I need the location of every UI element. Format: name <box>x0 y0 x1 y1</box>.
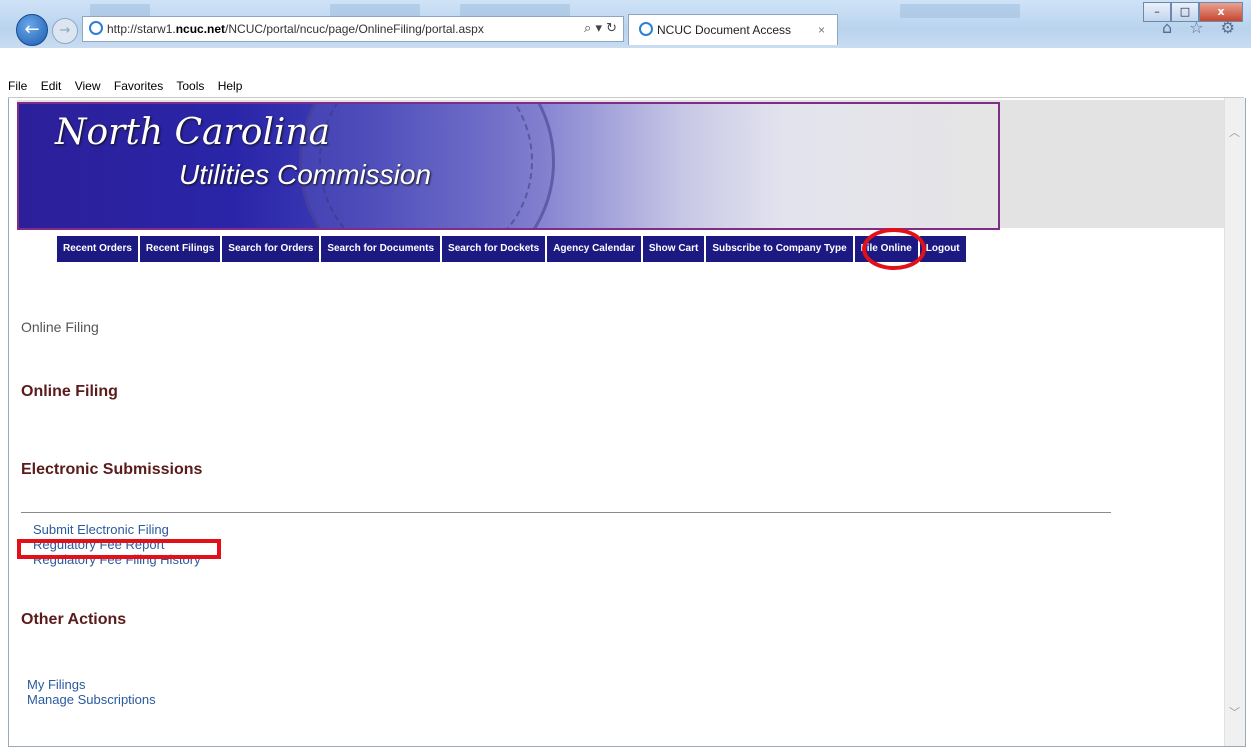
nav-search-orders[interactable]: Search for Orders <box>222 236 320 262</box>
page-title: Online Filing <box>21 383 118 400</box>
breadcrumb: Online Filing <box>21 319 99 335</box>
nav-search-dockets[interactable]: Search for Dockets <box>442 236 546 262</box>
menu-file[interactable]: File <box>8 79 27 93</box>
search-refresh-icons[interactable]: ⌕ ▾ ↻ <box>584 17 617 41</box>
scroll-up-icon[interactable]: ︿ <box>1229 124 1240 140</box>
background-window-ghost <box>900 4 1020 18</box>
address-bar[interactable]: http://starw1.ncuc.net/NCUC/portal/ncuc/… <box>82 16 624 42</box>
ie-favicon-icon <box>639 22 653 36</box>
site-banner: North Carolina Utilities Commission <box>17 102 1000 230</box>
nav-show-cart[interactable]: Show Cart <box>642 236 705 262</box>
banner-subtitle: Utilities Commission <box>179 159 432 190</box>
home-favorites-tools-icons[interactable]: ⌂ ☆ ⚙ <box>1162 18 1241 37</box>
section-other-actions: Other Actions <box>21 611 127 628</box>
url-host: ncuc.net <box>175 22 226 36</box>
scroll-down-icon[interactable]: ﹀ <box>1229 704 1240 720</box>
nav-recent-orders[interactable]: Recent Orders <box>57 236 138 262</box>
vertical-scrollbar[interactable]: ︿ ﹀ <box>1224 98 1245 746</box>
nav-subscribe-company-type[interactable]: Subscribe to Company Type <box>706 236 853 262</box>
nav-logout[interactable]: Logout <box>919 236 966 262</box>
section-electronic-submissions: Electronic Submissions <box>21 461 203 478</box>
highlight-circle <box>862 228 926 270</box>
nav-search-documents[interactable]: Search for Documents <box>321 236 441 262</box>
url-path: /NCUC/portal/ncuc/page/OnlineFiling/port… <box>225 22 484 36</box>
back-button[interactable]: ← <box>16 14 48 46</box>
other-links: My Filings Manage Subscriptions <box>27 677 156 707</box>
ie-favicon-icon <box>89 21 103 35</box>
link-my-filings[interactable]: My Filings <box>27 677 156 692</box>
menu-view[interactable]: View <box>75 79 101 93</box>
browser-tab[interactable]: NCUC Document Access × <box>628 14 838 45</box>
main-nav: Recent Orders Recent Filings Search for … <box>57 236 968 262</box>
forward-button[interactable]: → <box>52 18 78 44</box>
link-submit-electronic-filing[interactable]: Submit Electronic Filing <box>33 522 201 537</box>
nav-recent-filings[interactable]: Recent Filings <box>139 236 221 262</box>
menu-help[interactable]: Help <box>218 79 243 93</box>
section-divider <box>21 512 1111 513</box>
tab-close-icon[interactable]: × <box>818 15 825 45</box>
menu-edit[interactable]: Edit <box>41 79 62 93</box>
menu-tools[interactable]: Tools <box>176 79 204 93</box>
url-prefix: http://starw1. <box>107 22 176 36</box>
page-viewport: North Carolina Utilities Commission Rece… <box>8 98 1246 747</box>
link-manage-subscriptions[interactable]: Manage Subscriptions <box>27 692 156 707</box>
tab-title: NCUC Document Access <box>657 23 792 37</box>
nav-agency-calendar[interactable]: Agency Calendar <box>547 236 641 262</box>
banner-title: North Carolina <box>55 112 331 153</box>
highlight-rectangle <box>17 539 221 559</box>
menu-bar: File Edit View Favorites Tools Help <box>8 74 1251 98</box>
menu-favorites[interactable]: Favorites <box>114 79 163 93</box>
